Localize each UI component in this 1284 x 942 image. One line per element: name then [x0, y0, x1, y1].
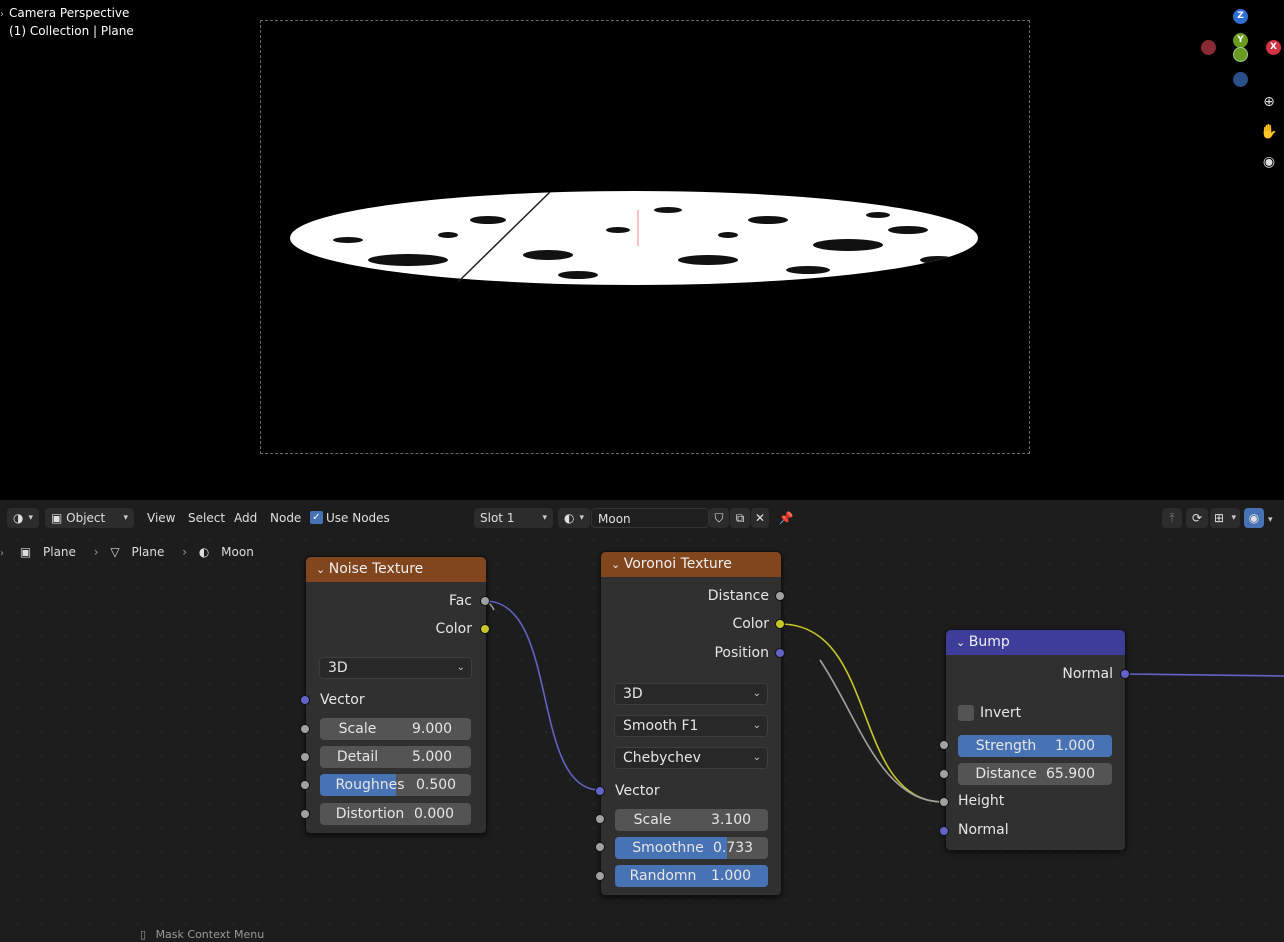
bump-node[interactable]: ⌄ Bump Normal Invert Strength 1.000 Dista…: [945, 629, 1126, 851]
field-label: Detail: [336, 749, 379, 765]
dimension-select[interactable]: 3D ⌄: [319, 657, 472, 679]
distance-field[interactable]: Distance 65.900: [958, 763, 1112, 785]
collapse-chevron-icon[interactable]: ⌄: [611, 558, 624, 571]
field-value: 0.000: [414, 806, 455, 822]
field-label: Distortion: [335, 806, 405, 822]
output-color-label: Color: [732, 616, 769, 632]
voronoi-texture-node[interactable]: ⌄ Voronoi Texture Distance Color Positio…: [600, 551, 782, 896]
smoothness-field[interactable]: Smoothne 0.733: [615, 837, 768, 859]
chevron-down-icon: ⌄: [456, 662, 465, 673]
field-label: Randomn: [629, 868, 697, 884]
link-color-to-height: [779, 623, 945, 803]
socket-roughness-in[interactable]: [300, 780, 310, 790]
socket-color-out[interactable]: [775, 619, 785, 629]
scale-field[interactable]: Scale 3.100: [615, 809, 768, 831]
socket-distance-in[interactable]: [939, 769, 949, 779]
input-height-label: Height: [958, 793, 1005, 809]
status-hint: Mask Context Menu: [155, 928, 265, 941]
feature-select[interactable]: Smooth F1 ⌄: [614, 715, 768, 737]
field-value: 3.100: [711, 812, 752, 828]
roughness-field[interactable]: Roughnes 0.500: [320, 774, 471, 796]
output-distance-label: Distance: [707, 588, 769, 604]
link-normal-out: [1124, 673, 1284, 677]
chevron-down-icon: ⌄: [752, 720, 761, 731]
field-value: 5.000: [412, 749, 453, 765]
noise-texture-node[interactable]: ⌄ Noise Texture Fac Color 3D ⌄ Vector Sca…: [305, 556, 487, 834]
socket-scale-in[interactable]: [595, 814, 605, 824]
socket-detail-in[interactable]: [300, 752, 310, 762]
distortion-field[interactable]: Distortion 0.000: [320, 803, 471, 825]
strength-field[interactable]: Strength 1.000: [958, 735, 1112, 757]
chevron-down-icon: ⌄: [752, 688, 761, 699]
field-value: 65.900: [1046, 766, 1095, 782]
socket-fac-out[interactable]: [480, 596, 490, 606]
dimension-select[interactable]: 3D ⌄: [614, 683, 768, 705]
collapse-chevron-icon[interactable]: ⌄: [316, 563, 329, 576]
output-fac-label: Fac: [448, 593, 472, 609]
status-bar: ▯ Mask Context Menu: [140, 928, 264, 941]
socket-vector-in[interactable]: [300, 695, 310, 705]
field-value: 9.000: [412, 721, 453, 737]
metric-select[interactable]: Chebychev ⌄: [614, 747, 768, 769]
dimension-value: 3D: [623, 686, 643, 702]
socket-height-in[interactable]: [939, 797, 949, 807]
socket-normal-in[interactable]: [939, 826, 949, 836]
socket-distance-out[interactable]: [775, 591, 785, 601]
scale-field[interactable]: Scale 9.000: [320, 718, 471, 740]
field-value: 0.500: [416, 777, 457, 793]
socket-color-out[interactable]: [480, 624, 490, 634]
field-label: Roughnes: [335, 777, 405, 793]
field-label: Scale: [633, 812, 672, 828]
voronoi-texture-header[interactable]: ⌄ Voronoi Texture: [601, 552, 781, 577]
detail-field[interactable]: Detail 5.000: [320, 746, 471, 768]
socket-scale-in[interactable]: [300, 724, 310, 734]
bump-header[interactable]: ⌄ Bump: [946, 630, 1125, 655]
field-value: 1.000: [711, 868, 752, 884]
input-vector-label: Vector: [320, 692, 365, 708]
dimension-value: 3D: [328, 660, 348, 676]
output-color-label: Color: [435, 621, 472, 637]
field-label: Smoothne: [632, 840, 704, 856]
invert-checkbox[interactable]: [958, 705, 974, 721]
input-normal-label: Normal: [958, 822, 1009, 838]
metric-value: Chebychev: [623, 750, 701, 766]
noise-texture-header[interactable]: ⌄ Noise Texture: [306, 557, 486, 582]
field-label: Strength: [975, 738, 1037, 754]
node-title: Bump: [968, 634, 1010, 650]
socket-distortion-in[interactable]: [300, 809, 310, 819]
link-fac-to-vector: [484, 600, 601, 791]
node-title: Noise Texture: [328, 561, 424, 577]
mouse-icon: ▯: [140, 928, 147, 941]
field-label: Scale: [338, 721, 377, 737]
invert-label: Invert: [980, 705, 1022, 721]
collapse-chevron-icon[interactable]: ⌄: [956, 636, 969, 649]
socket-vector-in[interactable]: [595, 786, 605, 796]
feature-value: Smooth F1: [623, 718, 699, 734]
output-normal-label: Normal: [1062, 666, 1113, 682]
randomness-field[interactable]: Randomn 1.000: [615, 865, 768, 887]
socket-normal-out[interactable]: [1120, 669, 1130, 679]
output-position-label: Position: [714, 645, 769, 661]
socket-strength-in[interactable]: [939, 740, 949, 750]
chevron-down-icon: ⌄: [752, 752, 761, 763]
field-label: Distance: [975, 766, 1037, 782]
socket-randomness-in[interactable]: [595, 871, 605, 881]
node-title: Voronoi Texture: [623, 556, 732, 572]
socket-smoothness-in[interactable]: [595, 842, 605, 852]
input-vector-label: Vector: [615, 783, 660, 799]
field-value: 1.000: [1055, 738, 1096, 754]
link-color-to-height-grey: [819, 659, 945, 803]
field-value: 0.733: [713, 840, 754, 856]
socket-position-out[interactable]: [775, 648, 785, 658]
